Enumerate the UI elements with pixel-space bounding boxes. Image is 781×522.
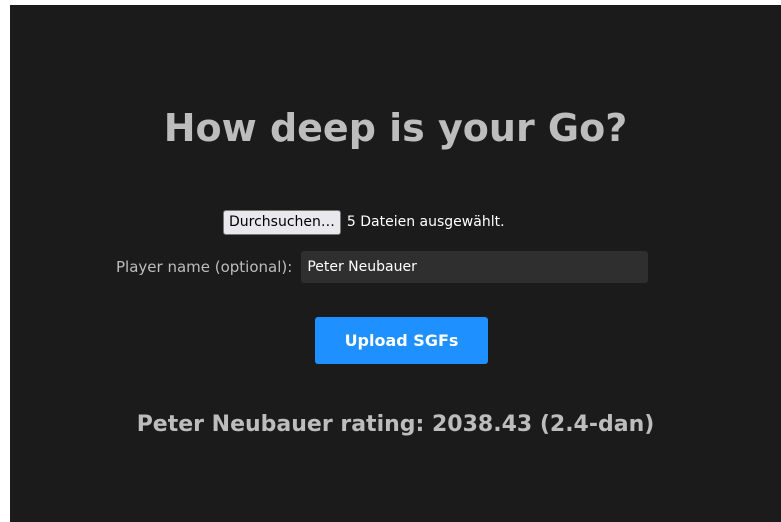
- rating-result: Peter Neubauer rating: 2038.43 (2.4-dan): [136, 412, 655, 437]
- page-title: How deep is your Go?: [163, 106, 628, 150]
- file-picker: Durchsuchen… 5 Dateien ausgewählt.: [223, 209, 505, 235]
- browse-button[interactable]: Durchsuchen…: [223, 209, 341, 235]
- upload-sgfs-button[interactable]: Upload SGFs: [315, 317, 488, 364]
- player-name-input[interactable]: [301, 251, 649, 283]
- app-panel: How deep is your Go? Durchsuchen… 5 Date…: [10, 5, 781, 522]
- file-status-text: 5 Dateien ausgewählt.: [346, 214, 505, 230]
- player-name-row: Player name (optional):: [116, 251, 649, 283]
- player-name-label: Player name (optional):: [116, 258, 293, 276]
